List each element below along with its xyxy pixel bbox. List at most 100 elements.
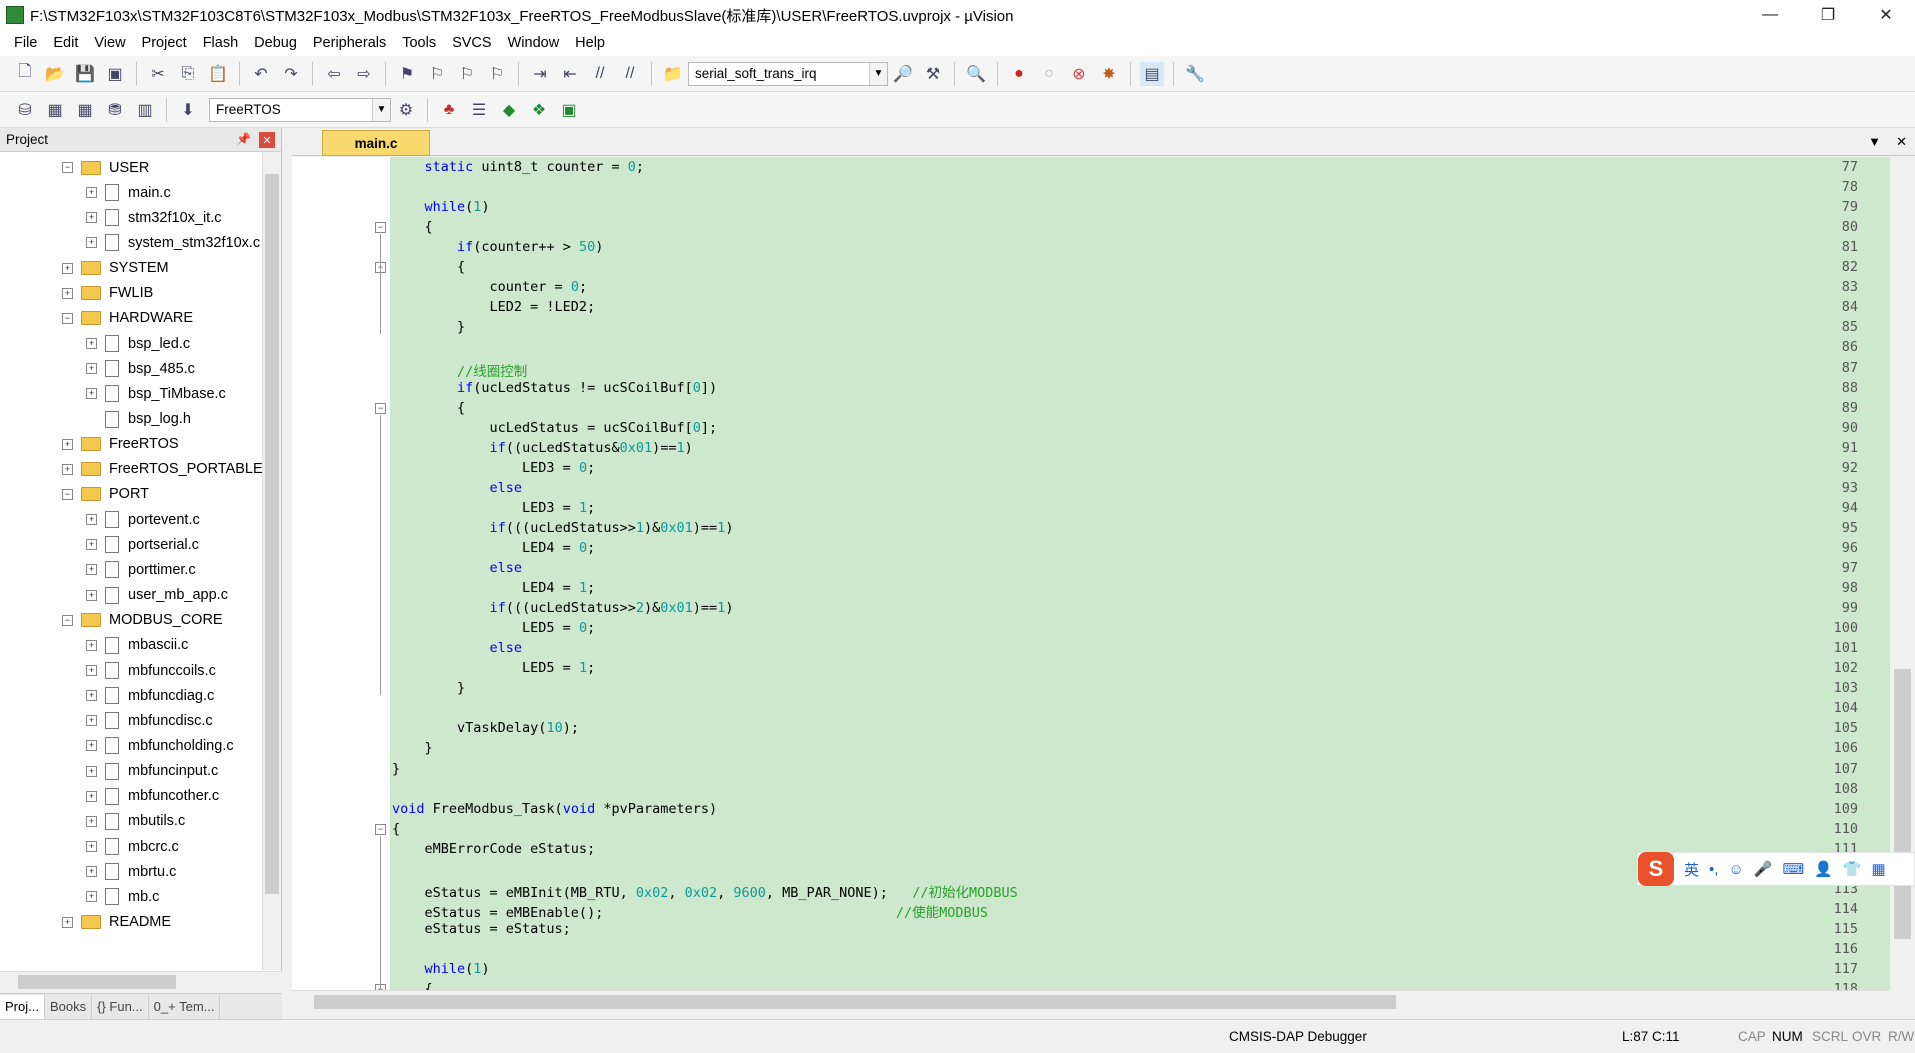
unindent-icon[interactable]: ⇤ [558,62,582,86]
translate-icon[interactable]: ⛁ [13,98,37,122]
expand-icon[interactable]: + [86,891,97,903]
tree-file[interactable]: + mbfuncdisc.c [86,708,213,733]
code-line[interactable]: while(1) [392,199,490,215]
code-line[interactable]: LED4 = 0; [392,540,595,556]
manage-components-icon[interactable]: ♣ [437,98,461,122]
pin-icon[interactable]: 📌 [236,132,251,146]
code-line[interactable]: else [392,560,523,576]
maximize-button[interactable]: ❐ [1799,0,1857,30]
tab-functions[interactable]: {} Fun... [92,994,149,1019]
tree-file[interactable]: bsp_log.h [86,407,191,432]
code-line[interactable]: if((ucLedStatus&0x01)==1) [392,440,693,456]
ime-toolbar[interactable]: S 英 •, ☺ 🎤 ⌨ 👤 👕 ▦ [1637,852,1915,886]
prev-bookmark-icon[interactable]: ⚐ [425,62,449,86]
tree-folder[interactable]: − HARDWARE [62,306,193,331]
code-line[interactable]: eStatus = eMBEnable(); //使能MODBUS [392,901,988,921]
editor-horizontal-scrollbar[interactable] [292,990,1890,1012]
expand-icon[interactable]: + [86,539,97,551]
collapse-icon[interactable]: − [62,312,73,324]
incremental-find-icon[interactable]: ⚒ [921,62,945,86]
tree-file[interactable]: + mb.c [86,884,159,909]
expand-icon[interactable]: + [86,765,97,777]
redo-icon[interactable]: ↷ [279,62,303,86]
keyboard-icon[interactable]: ⌨ [1782,860,1804,878]
find-in-files-icon[interactable]: 📁 [661,62,685,86]
code-line[interactable]: } [392,319,465,335]
expand-icon[interactable]: + [62,438,73,450]
code-line[interactable]: { [392,981,433,990]
tree-file[interactable]: + bsp_TiMbase.c [86,381,226,406]
tree-file[interactable]: + mbfuncother.c [86,784,219,809]
target-combo[interactable]: FreeRTOS ▼ [209,97,391,122]
tree-file[interactable]: + portserial.c [86,532,199,557]
kill-breakpoints-icon[interactable]: ✸ [1097,62,1121,86]
code-line[interactable]: LED2 = !LED2; [392,299,596,315]
fold-collapse-icon[interactable]: − [375,823,386,835]
debug-session-icon[interactable]: 🔍 [964,62,988,86]
code-line[interactable]: eStatus = eMBInit(MB_RTU, 0x02, 0x02, 96… [392,881,1018,901]
tree-folder[interactable]: − MODBUS_CORE [62,608,223,633]
comment-icon[interactable]: // [588,62,612,86]
expand-icon[interactable]: + [86,639,97,651]
expand-icon[interactable]: + [86,338,97,350]
find-icon[interactable]: 🔎 [891,62,915,86]
disable-breakpoint-icon[interactable]: ○ [1037,62,1061,86]
expand-icon[interactable]: + [86,514,97,526]
file-extensions-icon[interactable]: ☰ [467,98,491,122]
tree-file[interactable]: + main.c [86,180,171,205]
collapse-icon[interactable]: − [62,614,73,626]
menu-view[interactable]: View [86,35,133,51]
expand-icon[interactable]: + [86,589,97,601]
code-line[interactable]: LED4 = 1; [392,580,595,596]
code-line[interactable]: void FreeModbus_Task(void *pvParameters) [392,801,717,817]
code-line[interactable]: vTaskDelay(10); [392,720,579,736]
fold-collapse-icon[interactable]: − [375,222,386,234]
skin-icon[interactable]: 👕 [1843,860,1862,878]
navigate-back-icon[interactable]: ⇦ [322,62,346,86]
minimize-button[interactable]: — [1741,0,1799,30]
expand-icon[interactable]: + [62,287,73,299]
tree-folder[interactable]: − PORT [62,482,149,507]
menu-project[interactable]: Project [134,35,195,51]
code-line[interactable]: if(((ucLedStatus>>2)&0x01)==1) [392,600,734,616]
code-line[interactable]: eMBErrorCode eStatus; [392,841,596,857]
expand-icon[interactable]: + [86,212,97,224]
indent-icon[interactable]: ⇥ [528,62,552,86]
code-line[interactable]: } [392,761,400,777]
chevron-down-icon[interactable]: ▼ [372,98,390,121]
tree-file[interactable]: + mbfunccoils.c [86,658,216,683]
tab-books[interactable]: Books [45,994,93,1019]
scrollbar-thumb[interactable] [314,995,1396,1009]
expand-icon[interactable]: + [62,916,73,928]
tree-file[interactable]: + mbfuncdiag.c [86,683,214,708]
code-line[interactable]: while(1) [392,961,490,977]
menu-window[interactable]: Window [500,35,568,51]
code-line[interactable]: } [392,680,465,696]
stop-build-icon[interactable]: ▥ [133,98,157,122]
close-icon[interactable]: ✕ [259,132,275,148]
sogou-logo[interactable]: S [1638,852,1674,886]
manage-rte-icon[interactable]: ❖ [527,98,551,122]
code-line[interactable]: LED5 = 0; [392,620,595,636]
expand-icon[interactable]: + [86,187,97,199]
tree-file[interactable]: + mbcrc.c [86,834,179,859]
undo-icon[interactable]: ↶ [249,62,273,86]
tree-folder[interactable]: + FWLIB [62,281,153,306]
breakpoint-icon[interactable]: ● [1007,62,1031,86]
code-line[interactable]: LED3 = 1; [392,500,595,516]
cut-icon[interactable]: ✂ [146,62,170,86]
code-line[interactable]: static uint8_t counter = 0; [392,159,645,175]
code-line[interactable]: if(((ucLedStatus>>1)&0x01)==1) [392,520,734,536]
scrollbar-thumb[interactable] [1894,669,1911,939]
tree-folder[interactable]: + FreeRTOS_PORTABLE [62,457,262,482]
menu-file[interactable]: File [6,35,45,51]
tab-project[interactable]: Proj... [0,994,45,1019]
save-all-icon[interactable]: ▣ [103,62,127,86]
menu-edit[interactable]: Edit [45,35,86,51]
chevron-down-icon[interactable]: ▼ [869,62,887,85]
expand-icon[interactable]: + [86,690,97,702]
open-folder-icon[interactable]: 📂 [43,62,67,86]
tree-file[interactable]: + system_stm32f10x.c [86,230,260,255]
close-editor-icon[interactable]: ✕ [1896,134,1907,150]
code-line[interactable]: { [392,219,433,235]
